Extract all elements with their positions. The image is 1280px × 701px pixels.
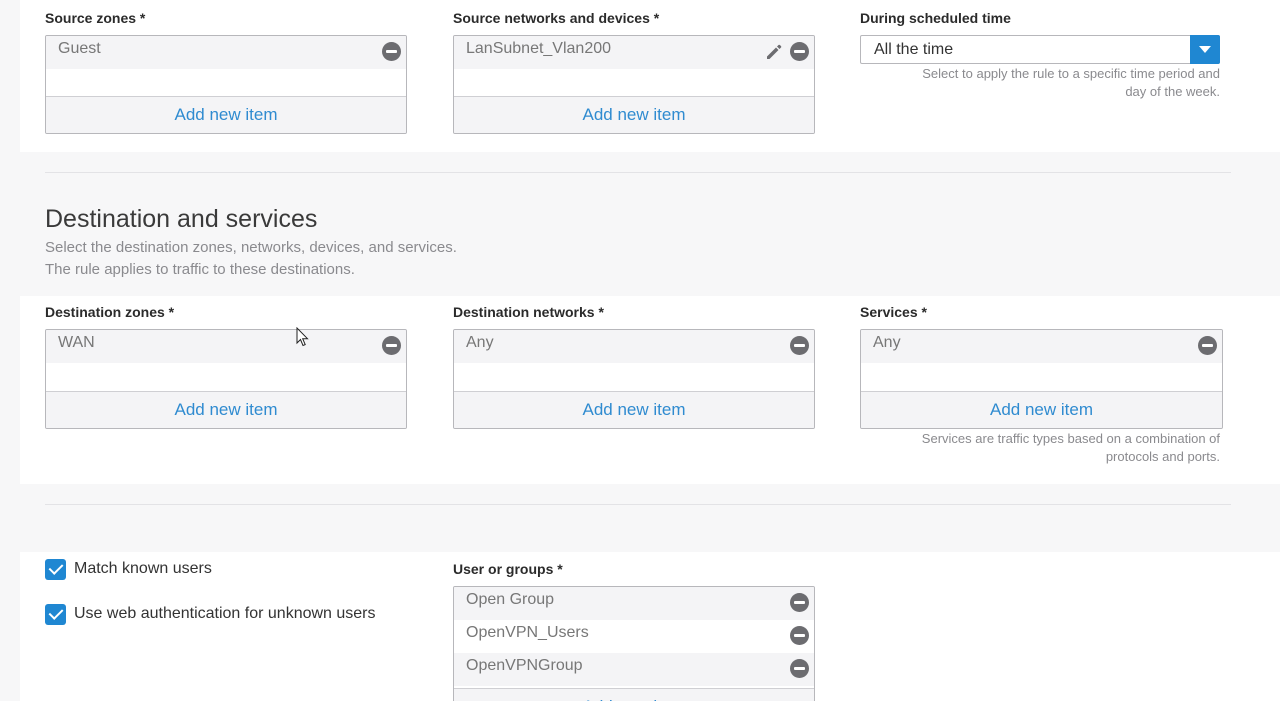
destination-section-desc-2: The rule applies to traffic to these des… (45, 261, 355, 278)
source-zones-label: Source zones * (45, 10, 146, 26)
chevron-down-icon[interactable] (1190, 35, 1220, 64)
add-new-item-button[interactable]: Add new item (454, 96, 814, 133)
services-list: Any Add new item (860, 329, 1223, 429)
schedule-label: During scheduled time (860, 10, 1011, 26)
web-auth-label[interactable]: Use web authentication for unknown users (74, 605, 376, 623)
source-networks-list: LanSubnet_Vlan200 Add new item (453, 35, 815, 134)
minus-circle-icon[interactable] (382, 42, 401, 61)
source-networks-label: Source networks and devices * (453, 10, 660, 26)
destination-section-desc-1: Select the destination zones, networks, … (45, 239, 457, 256)
list-item[interactable]: OpenVPN_Users (454, 620, 814, 653)
list-item[interactable]: OpenVPNGroup (454, 653, 814, 686)
list-item-label: Guest (58, 40, 101, 57)
minus-circle-icon[interactable] (790, 626, 809, 645)
list-item-label: Open Group (466, 591, 555, 608)
list-item-label: WAN (58, 334, 95, 351)
list-item[interactable]: Any (454, 330, 814, 363)
list-item-label: OpenVPN_Users (466, 624, 589, 641)
add-new-item-button[interactable]: Add new item (454, 391, 814, 428)
list-item-label: LanSubnet_Vlan200 (466, 40, 612, 57)
section-divider (45, 172, 1231, 173)
list-item-label: OpenVPNGroup (466, 657, 583, 674)
list-item[interactable]: Guest (46, 36, 406, 69)
add-new-item-button[interactable]: Add new item (46, 391, 406, 428)
schedule-help: Select to apply the rule to a specific t… (922, 66, 1220, 99)
minus-circle-icon[interactable] (790, 336, 809, 355)
source-zones-list: Guest Add new item (45, 35, 407, 134)
list-item[interactable]: WAN (46, 330, 406, 363)
list-item-label: Any (873, 334, 901, 351)
destination-networks-label: Destination networks * (453, 304, 604, 320)
minus-circle-icon[interactable] (790, 593, 809, 612)
user-groups-list: Open Group OpenVPN_Users OpenVPNGroup Ad… (453, 586, 815, 701)
schedule-select-value: All the time (874, 41, 954, 58)
mouse-cursor-icon (296, 327, 309, 347)
minus-circle-icon[interactable] (1198, 336, 1217, 355)
web-auth-checkbox[interactable] (45, 604, 66, 625)
add-new-item-button[interactable]: Add new item (46, 96, 406, 133)
add-new-item-button[interactable]: Add new item (454, 688, 814, 701)
match-known-users-label[interactable]: Match known users (74, 560, 212, 578)
services-label: Services * (860, 304, 927, 320)
destination-zones-label: Destination zones * (45, 304, 175, 320)
schedule-select[interactable]: All the time (860, 35, 1220, 64)
list-item-label: Any (466, 334, 494, 351)
destination-zones-list: WAN Add new item (45, 329, 407, 429)
add-new-item-button[interactable]: Add new item (861, 391, 1222, 428)
pencil-icon[interactable] (764, 42, 784, 62)
user-groups-label: User or groups * (453, 561, 563, 577)
minus-circle-icon[interactable] (382, 336, 401, 355)
section-divider (45, 504, 1231, 505)
destination-section-title: Destination and services (45, 205, 318, 233)
minus-circle-icon[interactable] (790, 42, 809, 61)
list-item[interactable]: Any (861, 330, 1222, 363)
minus-circle-icon[interactable] (790, 659, 809, 678)
list-item[interactable]: LanSubnet_Vlan200 (454, 36, 814, 69)
services-help: Services are traffic types based on a co… (921, 431, 1220, 464)
match-known-users-checkbox[interactable] (45, 559, 66, 580)
list-item[interactable]: Open Group (454, 587, 814, 620)
destination-networks-list: Any Add new item (453, 329, 815, 429)
